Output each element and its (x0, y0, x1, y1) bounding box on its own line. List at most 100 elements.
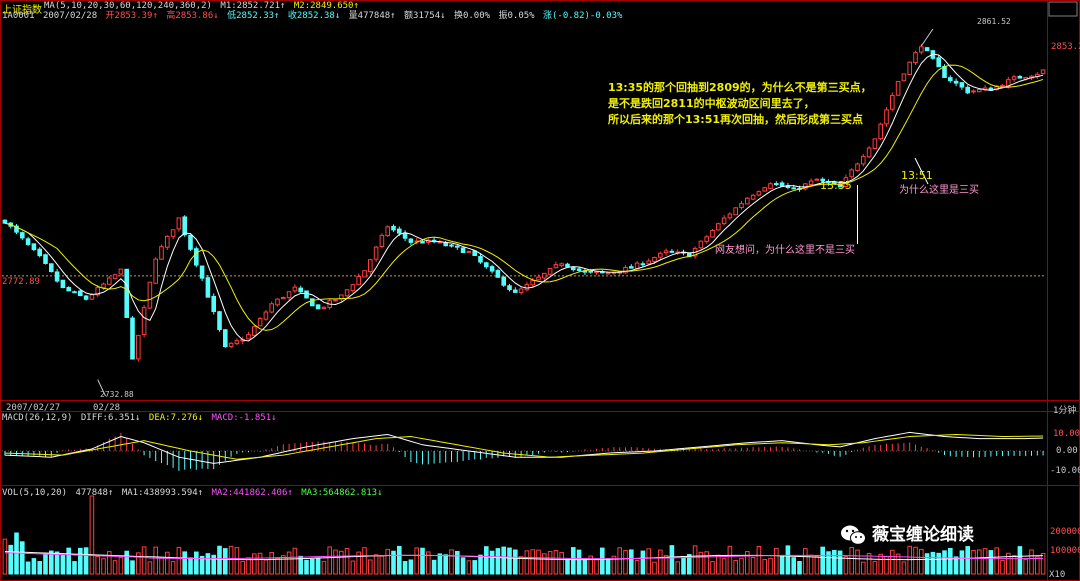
candle-body (20, 232, 25, 239)
macd-diff: DIFF:6.351↓ (80, 413, 141, 423)
quote-date: 2007/02/28 (42, 11, 98, 21)
candle-body (368, 259, 373, 273)
candle-body (750, 194, 756, 200)
macd-tick-0: 0.00 (1056, 446, 1078, 456)
volume-bar (977, 549, 982, 575)
volume-bar (275, 557, 280, 575)
ma-m2: M2:2849.650↑ (293, 1, 359, 11)
vol-ma3: MA3:564862.813↓ (301, 488, 383, 498)
macd-setting: MACD(26,12,9) (2, 413, 73, 423)
candle-body (663, 250, 669, 254)
volume-bar (66, 547, 72, 575)
volume-bar (623, 550, 628, 575)
candle-body (182, 216, 187, 236)
candle-body (147, 281, 153, 309)
candle-body (194, 248, 199, 266)
volume-bar (530, 549, 536, 575)
candle-body (217, 311, 222, 331)
volume-bar (1017, 546, 1023, 575)
quote-code: 1A0001 (2, 11, 35, 21)
candle-body (484, 262, 489, 268)
candle-body (298, 287, 303, 293)
candle-body (791, 187, 797, 190)
volume-bar (658, 549, 663, 575)
candle-body (478, 256, 483, 263)
volume-bar (292, 547, 298, 575)
candle-body (924, 47, 930, 52)
volume-bar (971, 549, 976, 575)
volume-bar (820, 546, 826, 575)
candle-body (669, 250, 675, 253)
volume-bar (536, 549, 541, 575)
volume-bar (205, 553, 211, 575)
volume-bar (716, 554, 721, 575)
volume-bar (25, 561, 31, 575)
volume-bar (919, 548, 924, 575)
candle-body (257, 317, 263, 327)
candle-body (136, 334, 141, 360)
volume-bar (948, 547, 953, 575)
volume-bar (675, 561, 681, 575)
volume-bar (391, 550, 396, 575)
candle-body (808, 180, 814, 185)
volume-bar (373, 554, 379, 575)
volume-bar (994, 547, 1000, 575)
label-1335: 13:35 (820, 179, 852, 192)
candle-body (727, 213, 733, 219)
volume-bar (913, 546, 918, 575)
volume-bar (861, 561, 866, 575)
volume-bar (472, 560, 477, 575)
candle-body (275, 298, 280, 306)
candle-body (2, 219, 8, 224)
candle-body (205, 277, 211, 298)
candle-body (756, 191, 762, 196)
volume-bar (141, 546, 147, 575)
candle-body (391, 225, 396, 231)
volume-bar (72, 561, 77, 575)
label-why-not-third-buy: 网友想问，为什么这里不是三买 (715, 245, 855, 256)
candle-body (913, 52, 918, 64)
volume-bar (756, 546, 762, 575)
volume-bar (159, 557, 164, 575)
quote-amount: 额31754↓ (404, 11, 446, 21)
date-label-1: 2007/02/27 (6, 403, 61, 413)
candle-body (1040, 69, 1046, 75)
candle-body (176, 217, 182, 230)
candle-body (199, 265, 205, 279)
volume-bar (54, 551, 60, 575)
volume-bar (594, 559, 599, 575)
volume-bar (333, 549, 338, 575)
candle-body (588, 270, 594, 273)
volume-bar (188, 557, 193, 575)
volume-bar (223, 548, 228, 575)
candle-body (878, 123, 884, 140)
volume-bar (165, 551, 170, 575)
volume-bar (866, 553, 872, 575)
period-label[interactable]: 1分钟 (1053, 403, 1076, 416)
volume-bar (182, 551, 187, 575)
volume-bar (513, 549, 518, 575)
candle-body (443, 242, 448, 247)
volume-bar (437, 553, 443, 575)
candle-body (762, 187, 768, 192)
volume-bar (942, 550, 947, 575)
volume-bar (907, 545, 913, 575)
candle-body (37, 248, 43, 257)
volume-bar (234, 547, 240, 575)
candle-body (107, 277, 112, 285)
volume-bar (733, 560, 739, 575)
volume-bar (1040, 552, 1046, 575)
volume-bar (507, 547, 512, 575)
volume-bar (832, 549, 837, 575)
candle-body (489, 266, 495, 272)
volume-bar (484, 546, 489, 575)
candle-body (652, 257, 657, 262)
candle-body (629, 266, 634, 269)
candle-body (553, 264, 559, 269)
candle-body (890, 94, 895, 110)
volume-bar (982, 548, 988, 575)
candle-body (646, 260, 652, 265)
volume-bar (339, 550, 344, 575)
candle-body (501, 276, 506, 286)
candle-body (246, 334, 251, 340)
